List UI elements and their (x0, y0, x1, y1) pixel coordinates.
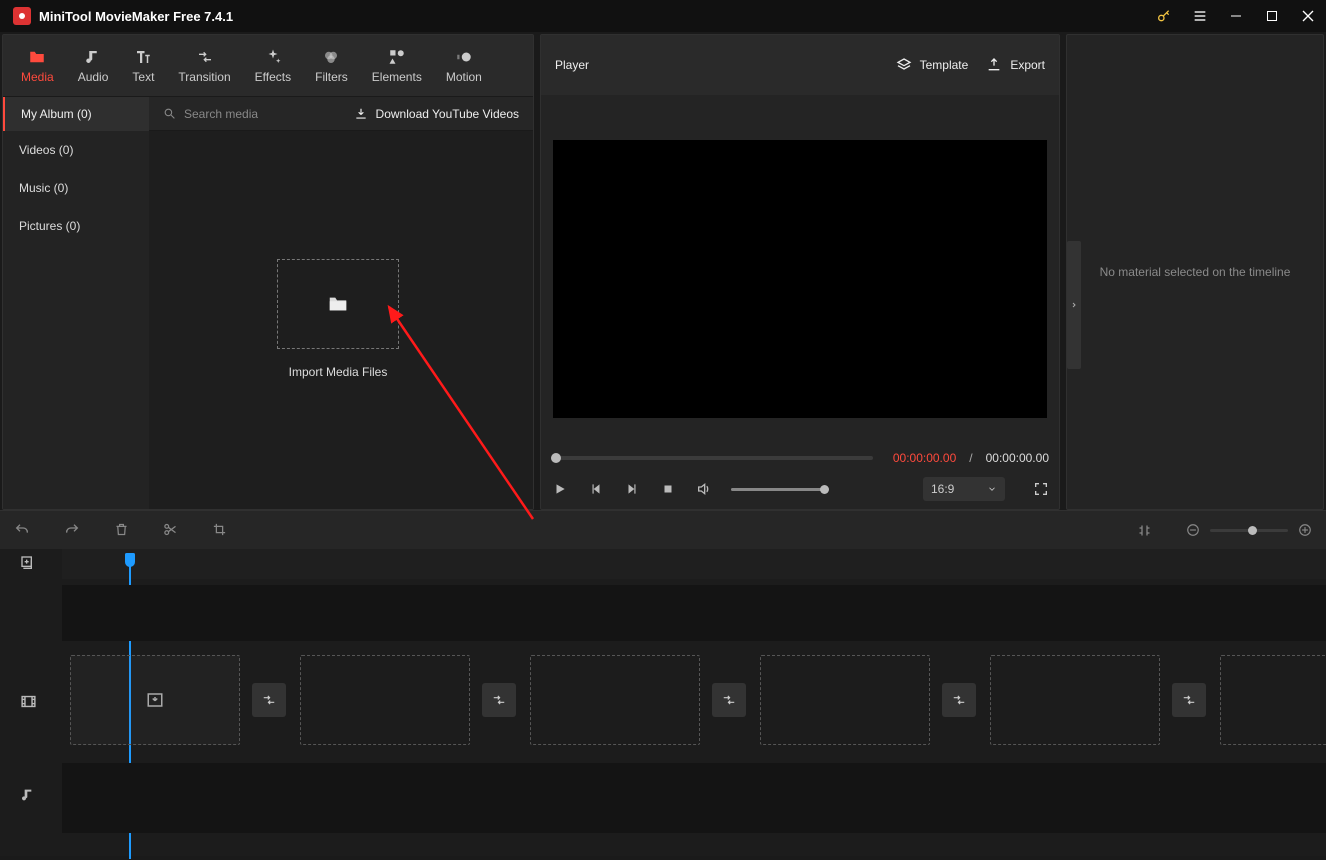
audio-track-icon (20, 787, 36, 803)
media-drop-area[interactable]: Import Media Files (149, 131, 533, 509)
transition-slot[interactable] (252, 683, 286, 717)
export-button[interactable]: Export (986, 57, 1045, 73)
aspect-ratio-select[interactable]: 16:9 (923, 477, 1005, 501)
sidebar-item-my-album[interactable]: My Album (0) (3, 97, 149, 131)
transition-slot[interactable] (942, 683, 976, 717)
audio-track[interactable] (62, 763, 1326, 833)
sidebar-item-pictures[interactable]: Pictures (0) (3, 207, 149, 245)
timeline-panel (0, 510, 1326, 856)
split-button[interactable] (163, 522, 178, 538)
tab-transition[interactable]: Transition (166, 35, 242, 97)
crop-button[interactable] (212, 522, 227, 538)
preview-canvas (553, 140, 1047, 418)
import-clip-icon (146, 691, 164, 709)
chevron-down-icon (987, 484, 997, 494)
video-track[interactable] (62, 655, 1326, 747)
main-toolbar: Media Audio Text Transition Effects Filt… (3, 35, 533, 97)
clip-placeholder[interactable] (760, 655, 930, 745)
zoom-slider[interactable] (1210, 529, 1288, 532)
sidebar-item-videos[interactable]: Videos (0) (3, 131, 149, 169)
time-current: 00:00:00.00 (893, 451, 956, 465)
clip-placeholder[interactable] (1220, 655, 1326, 745)
folder-icon (27, 48, 47, 66)
import-media-button[interactable] (277, 259, 399, 349)
media-sidebar: Videos (0) Music (0) Pictures (0) (3, 131, 149, 509)
elements-icon (388, 48, 406, 66)
transition-icon (195, 48, 215, 66)
volume-slider[interactable] (731, 488, 825, 491)
volume-button[interactable] (695, 481, 713, 497)
sidebar-item-music[interactable]: Music (0) (3, 169, 149, 207)
next-frame-button[interactable] (623, 482, 641, 496)
tab-elements[interactable]: Elements (360, 35, 434, 97)
properties-panel: No material selected on the timeline (1066, 34, 1324, 510)
add-track-button[interactable] (20, 555, 36, 571)
delete-button[interactable] (114, 522, 129, 538)
tab-text[interactable]: Text (120, 35, 166, 97)
clip-placeholder[interactable] (530, 655, 700, 745)
transition-slot[interactable] (712, 683, 746, 717)
undo-button[interactable] (14, 522, 30, 538)
video-track-icon (20, 693, 37, 710)
text-track[interactable] (62, 585, 1326, 641)
clip-placeholder[interactable] (300, 655, 470, 745)
tab-motion[interactable]: Motion (434, 35, 494, 97)
close-button[interactable] (1290, 0, 1326, 32)
clip-placeholder[interactable] (70, 655, 240, 745)
seek-slider[interactable] (551, 456, 873, 460)
play-button[interactable] (551, 482, 569, 496)
zoom-in-button[interactable] (1298, 523, 1312, 537)
tab-effects[interactable]: Effects (243, 35, 303, 97)
template-button[interactable]: Template (896, 57, 969, 73)
download-youtube-label: Download YouTube Videos (376, 107, 519, 121)
tab-audio[interactable]: Audio (66, 35, 121, 97)
download-icon (354, 107, 368, 121)
maximize-button[interactable] (1254, 0, 1290, 32)
timeline-toolbar (0, 511, 1326, 549)
export-icon (986, 57, 1002, 73)
filters-icon (322, 48, 340, 66)
player-panel: Player Template Export 00:00:00.00 / 00:… (540, 34, 1060, 510)
redo-button[interactable] (64, 522, 80, 538)
transition-slot[interactable] (482, 683, 516, 717)
search-input[interactable] (184, 107, 294, 121)
music-note-icon (84, 48, 102, 66)
import-media-label: Import Media Files (277, 365, 399, 379)
template-icon (896, 57, 912, 73)
sparkle-icon (264, 48, 282, 66)
tab-filters[interactable]: Filters (303, 35, 360, 97)
tab-media[interactable]: Media (9, 35, 66, 97)
player-title: Player (555, 58, 589, 72)
media-panel: Media Audio Text Transition Effects Filt… (2, 34, 534, 510)
zoom-out-button[interactable] (1186, 523, 1200, 537)
search-icon (163, 107, 176, 120)
text-icon (134, 48, 152, 66)
properties-empty-text: No material selected on the timeline (1100, 265, 1291, 279)
license-key-icon[interactable] (1146, 0, 1182, 32)
timeline-ruler[interactable] (62, 549, 1326, 579)
motion-icon (455, 48, 473, 66)
titlebar: MiniTool MovieMaker Free 7.4.1 (0, 0, 1326, 32)
app-icon (13, 7, 31, 25)
clip-placeholder[interactable] (990, 655, 1160, 745)
download-youtube-button[interactable]: Download YouTube Videos (354, 97, 533, 130)
time-total: 00:00:00.00 (986, 451, 1049, 465)
zoom-fit-button[interactable] (1137, 523, 1152, 538)
stop-button[interactable] (659, 483, 677, 495)
folder-open-icon (325, 293, 351, 315)
prev-frame-button[interactable] (587, 482, 605, 496)
menu-icon[interactable] (1182, 0, 1218, 32)
annotation-arrow (383, 301, 543, 521)
minimize-button[interactable] (1218, 0, 1254, 32)
fullscreen-button[interactable] (1033, 481, 1049, 497)
app-title: MiniTool MovieMaker Free 7.4.1 (39, 9, 233, 24)
transition-slot[interactable] (1172, 683, 1206, 717)
panel-collapse-handle[interactable] (1067, 241, 1081, 369)
